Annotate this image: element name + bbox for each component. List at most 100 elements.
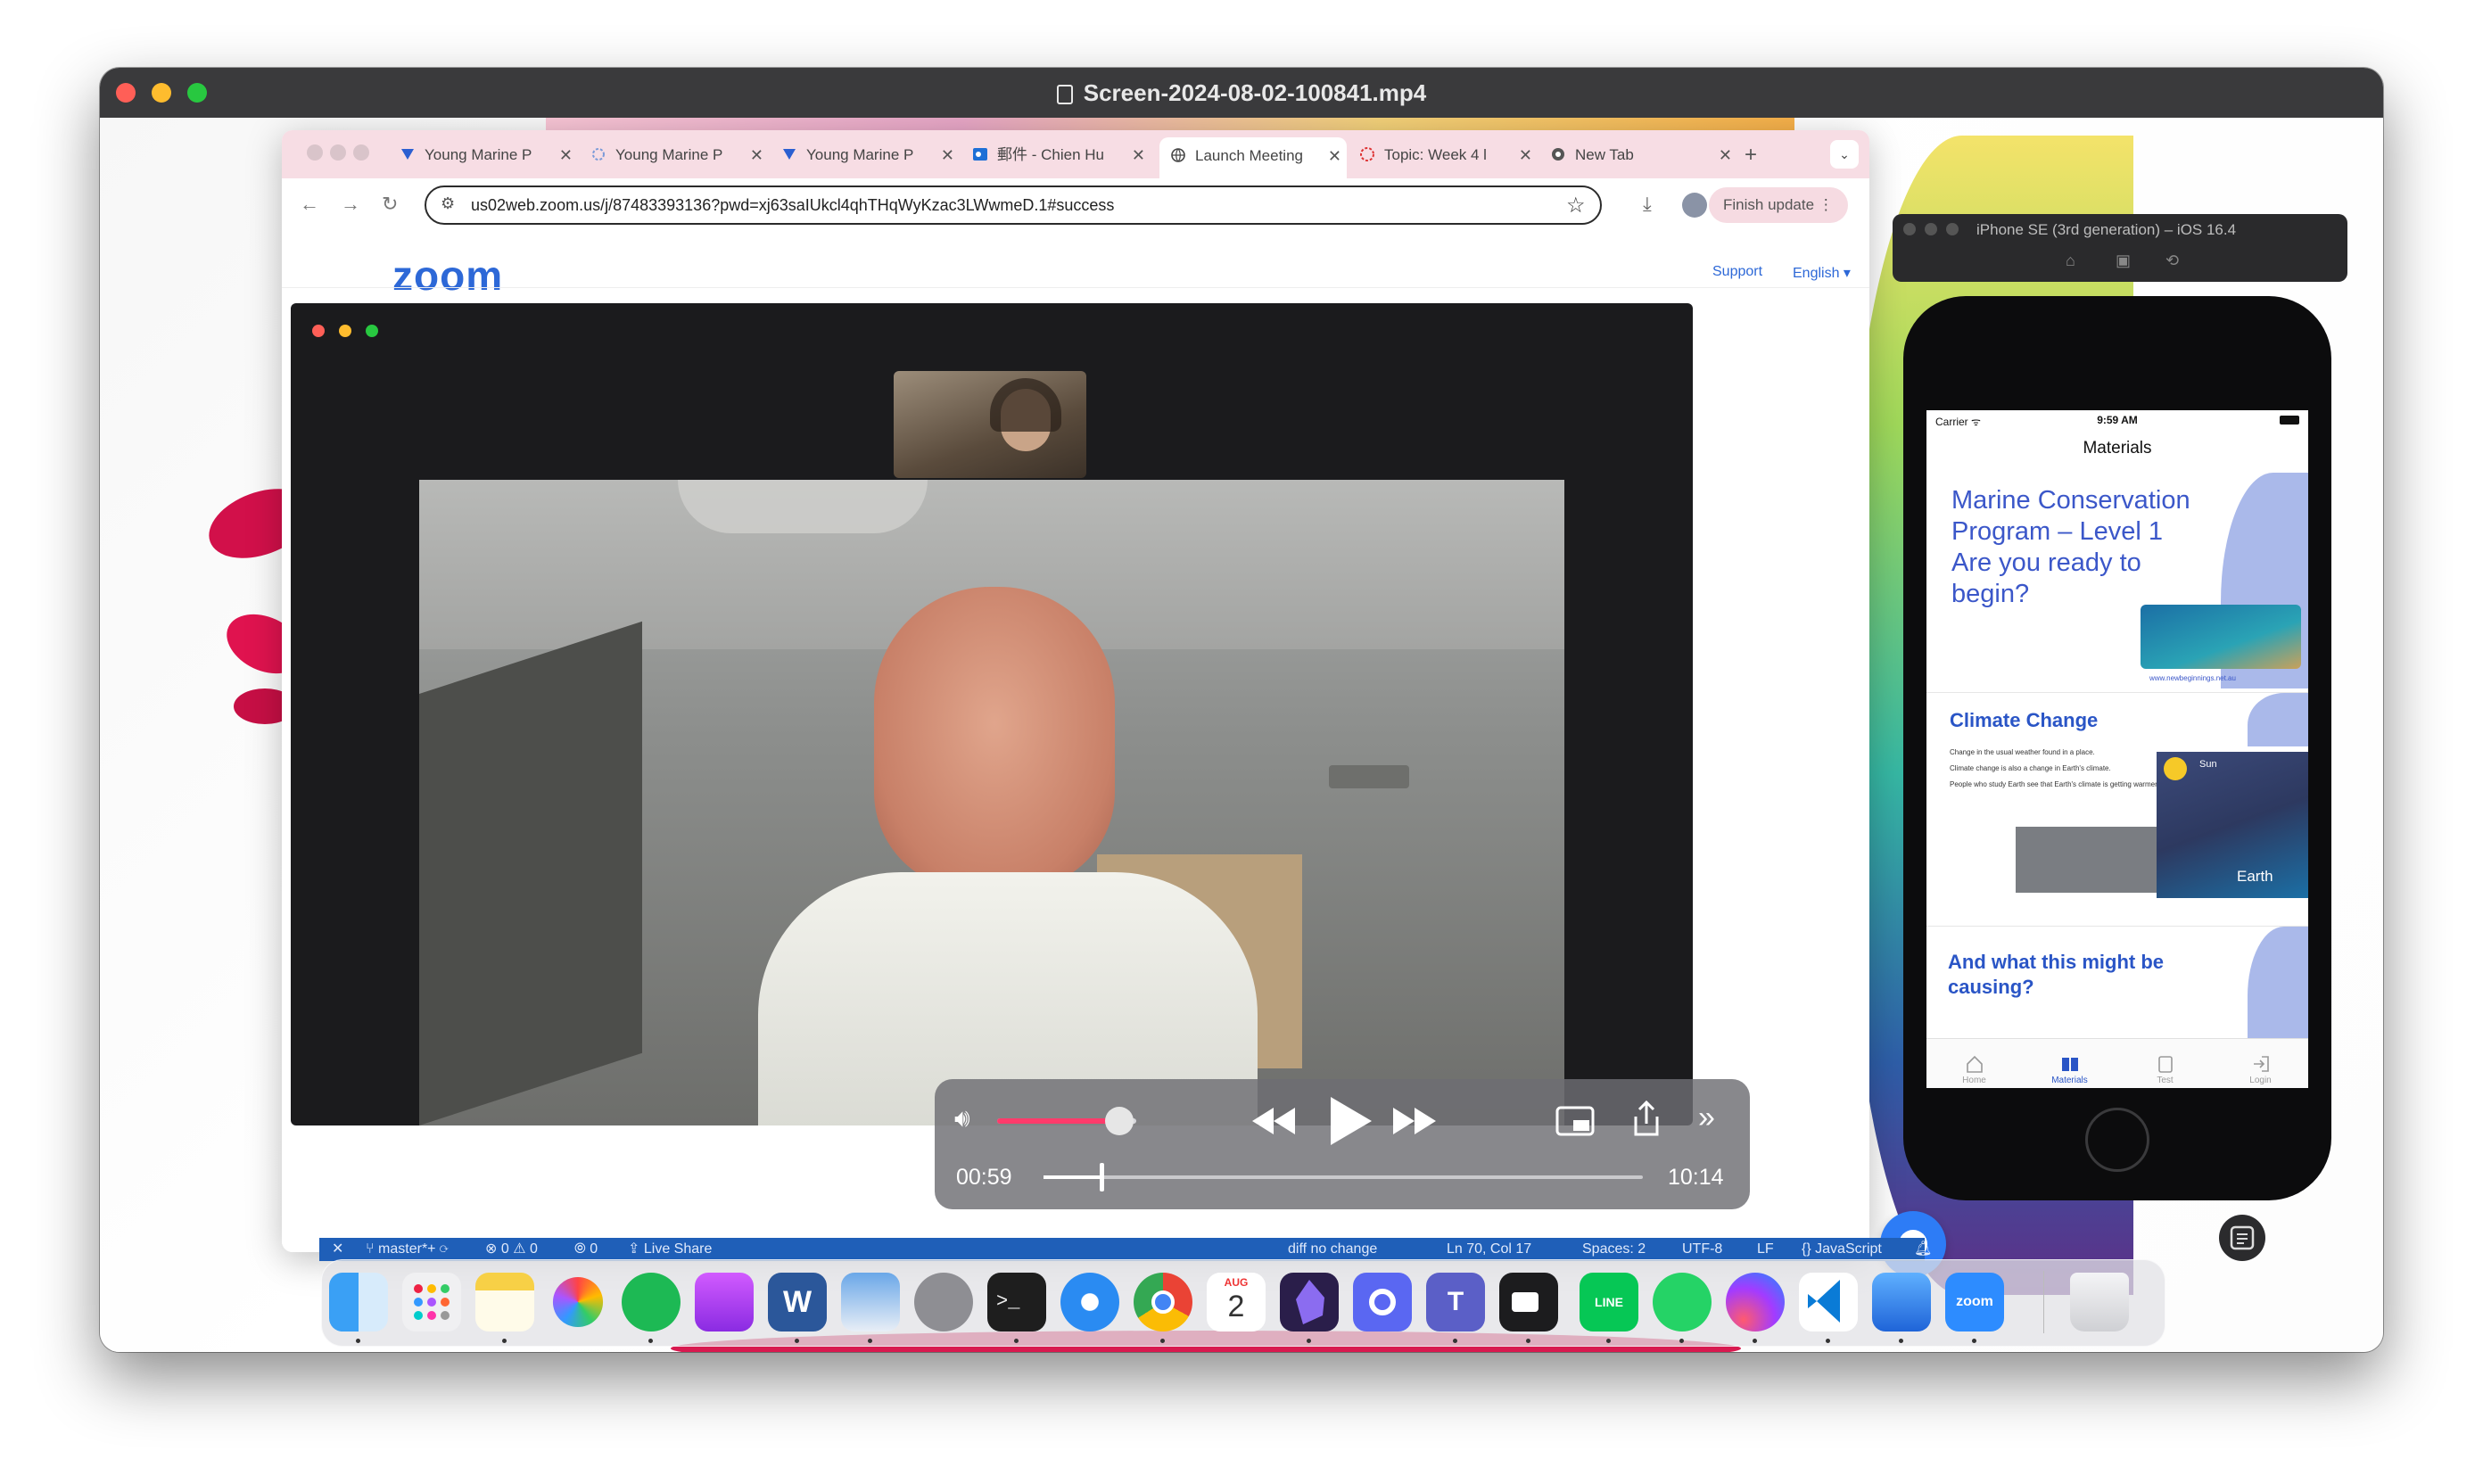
teams-icon[interactable]: T <box>1426 1273 1485 1331</box>
zoom-logo[interactable]: zoom <box>392 251 503 300</box>
scrubber[interactable] <box>1044 1163 1643 1191</box>
zoom-window-button[interactable] <box>353 144 369 161</box>
trash-icon[interactable] <box>2070 1273 2129 1331</box>
zoom-window-button[interactable] <box>366 325 378 337</box>
reload-icon[interactable]: ↻ <box>382 193 398 216</box>
xcode-icon[interactable] <box>1872 1273 1931 1331</box>
scrubber-playhead[interactable] <box>1099 1163 1104 1191</box>
line-icon[interactable]: LINE <box>1580 1273 1638 1331</box>
screen-recorder-icon[interactable] <box>1353 1273 1412 1331</box>
calendar-icon[interactable]: AUG 2 <box>1207 1273 1266 1331</box>
vscode-icon[interactable] <box>1799 1273 1858 1331</box>
close-tab-icon[interactable]: ✕ <box>1519 139 1532 171</box>
main-video-feed[interactable] <box>419 480 1564 1125</box>
home-icon[interactable]: ⌂ <box>2066 251 2075 270</box>
support-link[interactable]: Support <box>1712 264 1762 280</box>
branch-status[interactable]: ⑂ master*+ ⟳ <box>366 1238 449 1261</box>
diff-status[interactable]: diff no change <box>1288 1238 1377 1261</box>
browser-tab-active[interactable]: Launch Meeting ✕ <box>1159 137 1347 178</box>
browser-tab[interactable]: Young Marine P ✕ <box>590 139 769 171</box>
tab-test[interactable]: Test <box>2117 1054 2213 1085</box>
play-icon[interactable] <box>1325 1095 1373 1147</box>
zoom-window-button[interactable] <box>1946 223 1959 235</box>
bookmark-star-icon[interactable]: ☆ <box>1566 193 1586 218</box>
browser-tab[interactable]: 郵件 - Chien Hu ✕ <box>972 139 1151 171</box>
cursor-position[interactable]: Ln 70, Col 17 <box>1447 1238 1531 1261</box>
spotify-icon[interactable] <box>622 1273 681 1331</box>
encoding-status[interactable]: UTF-8 <box>1682 1238 1722 1261</box>
remote-icon[interactable]: ✕ <box>332 1238 343 1261</box>
download-icon[interactable]: ⤓ <box>1643 193 1652 216</box>
share-icon[interactable] <box>1630 1101 1662 1138</box>
phone-screen[interactable]: Carrier ᯤ 9:59 AM Materials Marine Conse… <box>1926 410 2308 1088</box>
finish-update-button[interactable]: Finish update ⋮ <box>1709 187 1848 223</box>
screenshot-icon[interactable]: ▣ <box>2116 251 2131 270</box>
material-card[interactable]: And what this might be causing? <box>1926 926 2308 1043</box>
close-tab-icon[interactable]: ✕ <box>941 139 954 171</box>
new-tab-button[interactable]: + <box>1745 139 1771 171</box>
rotate-icon[interactable]: ⟲ <box>2165 251 2179 270</box>
launchpad-icon[interactable] <box>402 1273 461 1331</box>
material-card[interactable]: Climate Change Change in the usual weath… <box>1926 692 2308 927</box>
chrome-icon[interactable] <box>1134 1273 1192 1331</box>
minimize-window-button[interactable] <box>330 144 346 161</box>
terminal-icon[interactable]: >_ <box>987 1273 1046 1331</box>
close-tab-icon[interactable]: ✕ <box>1132 139 1145 171</box>
minimize-window-button[interactable] <box>339 325 351 337</box>
whatsapp-icon[interactable] <box>1653 1273 1712 1331</box>
minimize-window-button[interactable] <box>1925 223 1937 235</box>
back-icon[interactable]: ← <box>300 193 319 216</box>
fast-forward-icon[interactable] <box>1391 1106 1438 1136</box>
eol-status[interactable]: LF <box>1757 1238 1774 1261</box>
language-selector[interactable]: English ▾ <box>1793 264 1851 282</box>
close-tab-icon[interactable]: ✕ <box>1719 139 1732 171</box>
close-tab-icon[interactable]: ✕ <box>1328 137 1341 175</box>
browser-tab[interactable]: Young Marine P ✕ <box>781 139 960 171</box>
notes-icon[interactable] <box>475 1273 534 1331</box>
video-recorder-icon[interactable] <box>1499 1273 1558 1331</box>
podcasts-icon[interactable] <box>695 1273 754 1331</box>
picture-in-picture-icon[interactable] <box>1555 1106 1595 1136</box>
ports-status[interactable]: ⦾ 0 <box>574 1238 598 1261</box>
indent-status[interactable]: Spaces: 2 <box>1582 1238 1646 1261</box>
self-view-thumbnail[interactable] <box>894 371 1086 478</box>
close-tab-icon[interactable]: ✕ <box>750 139 763 171</box>
browser-tab[interactable]: Young Marine P ✕ <box>400 139 578 171</box>
tab-home[interactable]: Home <box>1926 1054 2022 1085</box>
zoom-app-icon[interactable]: zoom <box>1945 1273 2004 1331</box>
home-button[interactable] <box>2085 1108 2149 1172</box>
tab-login[interactable]: Login <box>2213 1054 2308 1085</box>
tab-materials[interactable]: Materials <box>2022 1054 2117 1085</box>
volume-slider[interactable] <box>997 1107 1136 1135</box>
close-tab-icon[interactable]: ✕ <box>559 139 573 171</box>
word-icon[interactable]: W <box>768 1273 827 1331</box>
live-share-status[interactable]: ⇪ Live Share <box>628 1238 712 1261</box>
tab-search-button[interactable]: ⌄ <box>1830 140 1859 169</box>
address-bar[interactable]: ⚙ us02web.zoom.us/j/87483393136?pwd=xj63… <box>425 186 1602 225</box>
browser-tab[interactable]: New Tab ✕ <box>1550 139 1737 171</box>
close-window-button[interactable] <box>312 325 325 337</box>
language-status[interactable]: {} JavaScript <box>1802 1238 1882 1261</box>
close-window-button[interactable] <box>1903 223 1916 235</box>
finder-icon[interactable] <box>329 1273 388 1331</box>
notifications-icon[interactable]: 🔔︎ <box>1914 1238 1932 1261</box>
browser-tab[interactable]: Topic: Week 4 l ✕ <box>1359 139 1538 171</box>
messenger-icon[interactable] <box>1726 1273 1785 1331</box>
profile-avatar[interactable] <box>1682 193 1707 218</box>
safari-icon[interactable] <box>1060 1273 1119 1331</box>
problems-status[interactable]: ⊗ 0 ⚠ 0 <box>485 1238 538 1261</box>
rewind-icon[interactable] <box>1250 1106 1297 1136</box>
live-text-icon[interactable] <box>2219 1215 2265 1261</box>
forward-icon[interactable]: → <box>341 193 360 216</box>
site-settings-icon[interactable]: ⚙ <box>441 194 455 213</box>
url-text[interactable]: us02web.zoom.us/j/87483393136?pwd=xj63sa… <box>471 187 1114 223</box>
obsidian-icon[interactable] <box>1280 1273 1339 1331</box>
material-card[interactable]: Marine Conservation Program – Level 1 Ar… <box>1926 473 2308 688</box>
volume-knob[interactable] <box>1105 1107 1134 1135</box>
preview-icon[interactable] <box>841 1273 900 1331</box>
volume-icon[interactable]: 🔊︎ <box>954 1104 970 1134</box>
photos-icon[interactable] <box>552 1276 604 1328</box>
system-settings-icon[interactable] <box>914 1273 973 1331</box>
more-controls-icon[interactable]: » <box>1698 1101 1715 1135</box>
close-window-button[interactable] <box>307 144 323 161</box>
